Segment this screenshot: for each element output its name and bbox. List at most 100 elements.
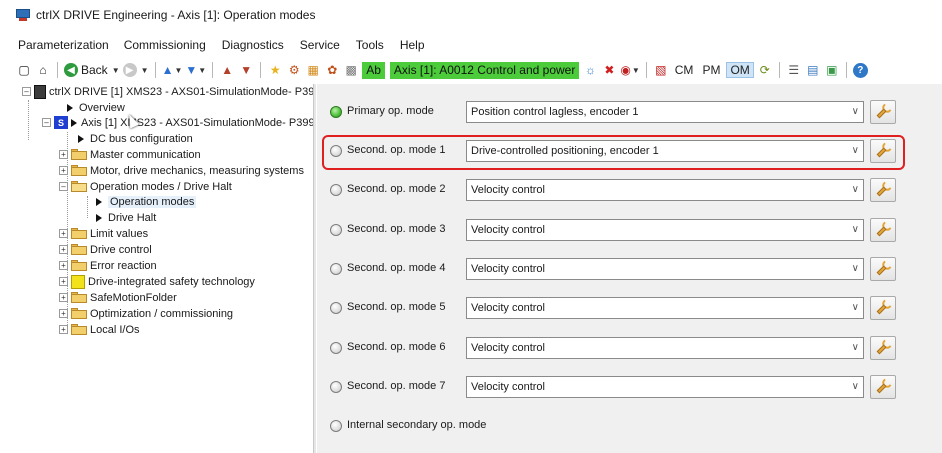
- expand-icon[interactable]: +: [59, 293, 68, 302]
- row-label: Second. op. mode 5: [347, 301, 446, 313]
- configure-mode-3-button[interactable]: [870, 218, 896, 242]
- tree-item-drive-halt[interactable]: Drive Halt: [96, 210, 156, 225]
- tree-item-label: Overview: [79, 101, 125, 114]
- tree-item-label: Drive control: [90, 243, 152, 256]
- tree-item-master-communication[interactable]: + Master communication: [59, 147, 201, 162]
- tree-item-error-reaction[interactable]: + Error reaction: [59, 258, 157, 273]
- back-button[interactable]: ◀ Back ▼: [64, 63, 120, 77]
- menu-commissioning[interactable]: Commissioning: [124, 38, 206, 52]
- tree-item-limit-values[interactable]: + Limit values: [59, 226, 148, 241]
- expand-icon[interactable]: +: [59, 229, 68, 238]
- configure-mode-4-button[interactable]: [870, 257, 896, 281]
- forward-dropdown-icon[interactable]: ▼: [141, 66, 149, 75]
- load-parameters-icon[interactable]: ▲: [219, 61, 235, 79]
- tree-item-operation-modes-folder[interactable]: – Operation modes / Drive Halt: [59, 179, 232, 194]
- configure-mode-2-button[interactable]: [870, 178, 896, 202]
- tree-item-overview[interactable]: Overview: [67, 100, 125, 115]
- home-icon[interactable]: ⌂: [35, 61, 51, 79]
- export-icon[interactable]: ▣: [824, 61, 840, 79]
- expand-icon[interactable]: +: [59, 261, 68, 270]
- mode-cm-button[interactable]: CM: [672, 63, 697, 77]
- tree-item-safemotion[interactable]: + SafeMotionFolder: [59, 290, 177, 305]
- mode-pm-button[interactable]: PM: [699, 63, 723, 77]
- expand-icon[interactable]: +: [59, 277, 68, 286]
- expand-icon[interactable]: +: [59, 245, 68, 254]
- drive-enable-icon[interactable]: ◉ ▼: [620, 61, 639, 79]
- stop-icon[interactable]: ✖: [601, 61, 617, 79]
- globe-icon[interactable]: ☼: [582, 61, 598, 79]
- configure-mode-5-button[interactable]: [870, 296, 896, 320]
- menu-parameterization[interactable]: Parameterization: [18, 38, 109, 52]
- help-icon[interactable]: ?: [852, 62, 868, 78]
- tree-item-axis[interactable]: – S Axis [1] XMS23 - AXS01-SimulationMod…: [42, 115, 314, 130]
- configure-mode-7-button[interactable]: [870, 375, 896, 399]
- tree-item-safety[interactable]: + Drive-integrated safety technology: [59, 274, 255, 289]
- second-mode-5-select[interactable]: Velocity control ∨: [466, 297, 864, 319]
- mode-om-button[interactable]: OM: [726, 62, 754, 78]
- mode-radio[interactable]: [330, 420, 342, 432]
- wrench-icon: [873, 338, 893, 358]
- menu-tools[interactable]: Tools: [356, 38, 384, 52]
- sync-icon[interactable]: ⟳: [757, 61, 773, 79]
- table-view-icon[interactable]: ▦: [305, 61, 321, 79]
- configure-primary-button[interactable]: [870, 100, 896, 124]
- mode-radio[interactable]: [330, 302, 342, 314]
- row-label: Second. op. mode 2: [347, 183, 446, 195]
- save-parameters-icon[interactable]: ▼: [238, 61, 254, 79]
- primary-mode-select[interactable]: Position control lagless, encoder 1 ∨: [466, 101, 864, 123]
- expand-icon[interactable]: +: [59, 325, 68, 334]
- oscilloscope-icon[interactable]: ▧: [653, 61, 669, 79]
- second-mode-3-select[interactable]: Velocity control ∨: [466, 219, 864, 241]
- tree-item-dc-bus[interactable]: DC bus configuration: [78, 131, 193, 146]
- new-window-icon[interactable]: ▢: [16, 61, 32, 79]
- folder-icon: [71, 260, 87, 271]
- tree-item-label: Error reaction: [90, 259, 157, 272]
- collapse-icon[interactable]: –: [22, 87, 31, 96]
- tree-item-optimization[interactable]: + Optimization / commissioning: [59, 306, 233, 321]
- list-view-icon[interactable]: ☰: [786, 61, 802, 79]
- mode-radio[interactable]: [330, 184, 342, 196]
- select-value: Velocity control: [471, 184, 545, 196]
- tree-item-operation-modes[interactable]: Operation modes: [96, 194, 197, 209]
- chevron-down-icon: ∨: [851, 381, 859, 392]
- primary-mode-radio[interactable]: [330, 106, 342, 118]
- collapse-icon[interactable]: –: [59, 182, 68, 191]
- leaf-arrow-icon: [96, 213, 102, 222]
- expand-icon[interactable]: +: [59, 150, 68, 159]
- menu-service[interactable]: Service: [300, 38, 340, 52]
- mode-radio[interactable]: [330, 263, 342, 275]
- tree-item-label: Master communication: [90, 148, 201, 161]
- open-folder-icon: [71, 181, 87, 192]
- tree-item-label: Drive Halt: [108, 211, 157, 224]
- mode-radio[interactable]: [330, 381, 342, 393]
- mode-radio[interactable]: [330, 224, 342, 236]
- wrench-icon: [873, 259, 893, 279]
- configure-mode-6-button[interactable]: [870, 336, 896, 360]
- second-mode-6-select[interactable]: Velocity control ∨: [466, 337, 864, 359]
- tree-root[interactable]: – ctrlX DRIVE [1] XMS23 - AXS01-Simulati…: [22, 84, 314, 99]
- tree-item-motor[interactable]: + Motor, drive mechanics, measuring syst…: [59, 163, 304, 178]
- folder-icon: [71, 244, 87, 255]
- menu-diagnostics[interactable]: Diagnostics: [222, 38, 284, 52]
- expand-icon[interactable]: +: [59, 309, 68, 318]
- second-mode-7-select[interactable]: Velocity control ∨: [466, 376, 864, 398]
- select-value: Velocity control: [471, 263, 545, 275]
- expand-icon[interactable]: +: [59, 166, 68, 175]
- second-mode-2-select[interactable]: Velocity control ∨: [466, 179, 864, 201]
- tree-item-drive-control[interactable]: + Drive control: [59, 242, 152, 257]
- navigate-down-icon[interactable]: ▼ ▼: [185, 61, 206, 79]
- navigate-up-icon[interactable]: ▲ ▼: [162, 61, 183, 79]
- document-icon[interactable]: ▤: [805, 61, 821, 79]
- forward-button[interactable]: ▶ ▼: [122, 63, 149, 77]
- second-mode-4-select[interactable]: Velocity control ∨: [466, 258, 864, 280]
- pane-splitter[interactable]: [313, 84, 316, 453]
- chart-icon[interactable]: ▩: [343, 61, 359, 79]
- collapse-icon[interactable]: –: [42, 118, 51, 127]
- parameter-tool-icon[interactable]: ✿: [324, 61, 340, 79]
- favorites-star-icon[interactable]: ★: [267, 61, 283, 79]
- search-device-icon[interactable]: ⚙: [286, 61, 302, 79]
- menu-help[interactable]: Help: [400, 38, 425, 52]
- tree-item-local-ios[interactable]: + Local I/Os: [59, 322, 140, 337]
- mode-radio[interactable]: [330, 342, 342, 354]
- back-dropdown-icon[interactable]: ▼: [112, 66, 120, 75]
